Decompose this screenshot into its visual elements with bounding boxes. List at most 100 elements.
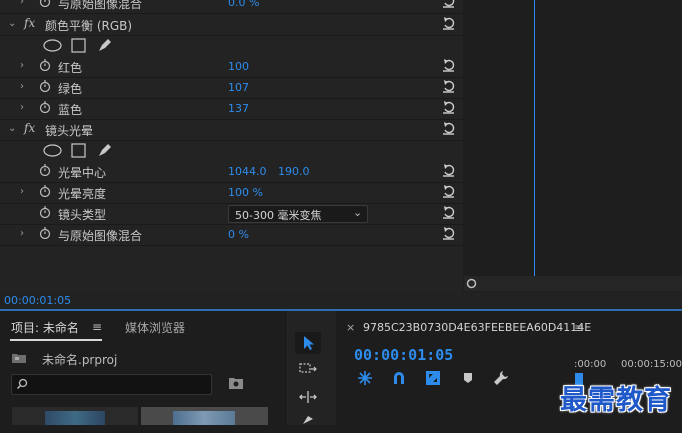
property-value[interactable]: 100 xyxy=(228,60,249,73)
reset-icon[interactable] xyxy=(441,79,456,94)
stopwatch-icon[interactable] xyxy=(39,164,51,176)
chevron-right-icon[interactable]: › xyxy=(20,0,30,7)
razor-icon xyxy=(303,416,313,424)
blend-with-original-row-1[interactable]: › 与原始图像混合 0.0 % xyxy=(0,0,463,14)
media-thumbnail[interactable] xyxy=(12,407,138,425)
add-marker-icon[interactable] xyxy=(460,370,476,386)
project-folder-icon xyxy=(12,354,26,363)
effect-controls-panel: › 与原始图像混合 0.0 % ⌄ fx 颜色平衡 (RGB) › 红色 100… xyxy=(0,0,463,292)
reset-icon[interactable] xyxy=(441,0,456,9)
selection-tool[interactable] xyxy=(295,332,321,354)
project-search-input[interactable] xyxy=(11,374,212,395)
new-bin-icon[interactable] xyxy=(228,376,244,390)
reset-icon[interactable] xyxy=(441,226,456,241)
track-select-icon xyxy=(299,363,317,373)
snap-magnet-icon[interactable] xyxy=(391,370,407,386)
ripple-edit-tool[interactable] xyxy=(295,386,321,408)
timeline-scrollbar[interactable] xyxy=(464,276,682,291)
chevron-down-icon[interactable]: ⌄ xyxy=(8,123,18,134)
lens-flare-effect-row[interactable]: ⌄ fx 镜头光晕 xyxy=(0,119,463,141)
red-row[interactable]: › 红色 100 xyxy=(0,56,463,78)
chevron-right-icon[interactable]: › xyxy=(20,228,30,239)
panel-menu-icon[interactable]: ≡ xyxy=(92,320,102,334)
pen-mask-icon[interactable] xyxy=(97,142,113,158)
current-timecode[interactable]: 00:00:01:05 xyxy=(4,294,71,307)
tab-sequence[interactable]: 9785C23B0730D4E63FEEBEEA60D4114E xyxy=(363,321,591,334)
chevron-down-icon[interactable]: ⌄ xyxy=(8,18,18,29)
reset-icon[interactable] xyxy=(441,16,456,31)
property-value[interactable]: 0 % xyxy=(228,228,249,241)
wrench-settings-icon[interactable] xyxy=(493,370,509,386)
effect-label: 镜头光晕 xyxy=(45,124,94,138)
property-value[interactable]: 0.0 % xyxy=(228,0,259,9)
stopwatch-icon[interactable] xyxy=(39,185,51,197)
property-value[interactable]: 1044.0 xyxy=(228,165,267,178)
tab-media-browser[interactable]: 媒体浏览器 xyxy=(125,319,185,336)
fx-badge-icon[interactable]: fx xyxy=(24,121,35,135)
property-label: 与原始图像混合 xyxy=(58,0,143,11)
effect-label: 颜色平衡 (RGB) xyxy=(45,19,133,33)
sequence-timecode[interactable]: 00:00:01:05 xyxy=(354,346,453,364)
reset-icon[interactable] xyxy=(441,100,456,115)
reset-icon[interactable] xyxy=(441,163,456,178)
razor-tool[interactable] xyxy=(295,411,321,433)
project-panel: 项目: 未命名 ≡ 媒体浏览器 未命名.prproj xyxy=(0,311,282,425)
rectangle-mask-icon[interactable] xyxy=(71,143,86,158)
linked-selection-icon[interactable] xyxy=(425,370,441,386)
scroll-handle-icon[interactable] xyxy=(466,278,477,289)
chevron-right-icon[interactable]: › xyxy=(20,186,30,197)
property-label: 蓝色 xyxy=(58,103,83,117)
chevron-right-icon[interactable]: › xyxy=(20,81,30,92)
stopwatch-icon[interactable] xyxy=(39,59,51,71)
color-balance-effect-row[interactable]: ⌄ fx 颜色平衡 (RGB) xyxy=(0,14,463,36)
property-value-y[interactable]: 190.0 xyxy=(278,165,310,178)
media-thumbnail-selected[interactable] xyxy=(141,407,268,425)
chevron-right-icon[interactable]: › xyxy=(20,60,30,71)
reset-icon[interactable] xyxy=(441,121,456,136)
stopwatch-icon[interactable] xyxy=(39,0,51,7)
property-label: 镜头类型 xyxy=(58,208,107,222)
lens-type-dropdown[interactable]: 50-300 毫米变焦 ⌄ xyxy=(228,205,368,223)
flare-center-row[interactable]: 光晕中心 1044.0 190.0 xyxy=(0,161,463,183)
rectangle-mask-icon[interactable] xyxy=(71,38,86,53)
ruler-start-label: :00:00 xyxy=(574,359,607,370)
property-value[interactable]: 107 xyxy=(228,81,249,94)
tab-project[interactable]: 项目: 未命名 xyxy=(11,319,79,336)
ellipse-mask-icon[interactable] xyxy=(43,39,62,52)
mask-tools-row-1 xyxy=(0,35,463,56)
fx-badge-icon[interactable]: fx xyxy=(24,16,35,30)
project-file-name: 未命名.prproj xyxy=(42,353,118,367)
effect-controls-timecode-bar: 00:00:01:05 xyxy=(0,292,682,309)
selection-arrow-icon xyxy=(304,336,314,350)
property-value[interactable]: 137 xyxy=(228,102,249,115)
green-row[interactable]: › 绿色 107 xyxy=(0,77,463,99)
effect-timeline-area[interactable] xyxy=(463,0,682,292)
track-select-tool[interactable] xyxy=(295,359,321,381)
chevron-right-icon[interactable]: › xyxy=(20,102,30,113)
property-label: 与原始图像混合 xyxy=(58,229,143,243)
lens-type-row[interactable]: 镜头类型 50-300 毫米变焦 ⌄ xyxy=(0,203,463,225)
reset-icon[interactable] xyxy=(441,58,456,73)
playhead-line[interactable] xyxy=(534,0,535,276)
property-label: 光晕亮度 xyxy=(58,187,107,201)
close-icon[interactable]: × xyxy=(346,321,355,334)
active-tab-underline xyxy=(10,339,102,341)
pen-mask-icon[interactable] xyxy=(97,37,113,53)
nest-toggle-icon[interactable] xyxy=(357,370,373,386)
chevron-down-icon: ⌄ xyxy=(353,206,363,219)
flare-brightness-row[interactable]: › 光晕亮度 100 % xyxy=(0,182,463,204)
stopwatch-icon[interactable] xyxy=(39,80,51,92)
dropdown-value: 50-300 毫米变焦 xyxy=(235,209,322,222)
stopwatch-icon[interactable] xyxy=(39,101,51,113)
ripple-edit-icon xyxy=(299,391,317,403)
blend-with-original-row-2[interactable]: › 与原始图像混合 0 % xyxy=(0,224,463,246)
stopwatch-icon[interactable] xyxy=(39,206,51,218)
property-value[interactable]: 100 % xyxy=(228,186,263,199)
reset-icon[interactable] xyxy=(441,184,456,199)
ellipse-mask-icon[interactable] xyxy=(43,144,62,157)
blue-row[interactable]: › 蓝色 137 xyxy=(0,98,463,120)
panel-menu-icon[interactable]: ≡ xyxy=(574,321,584,335)
property-label: 光晕中心 xyxy=(58,166,107,180)
stopwatch-icon[interactable] xyxy=(39,227,51,239)
reset-icon[interactable] xyxy=(441,205,456,220)
